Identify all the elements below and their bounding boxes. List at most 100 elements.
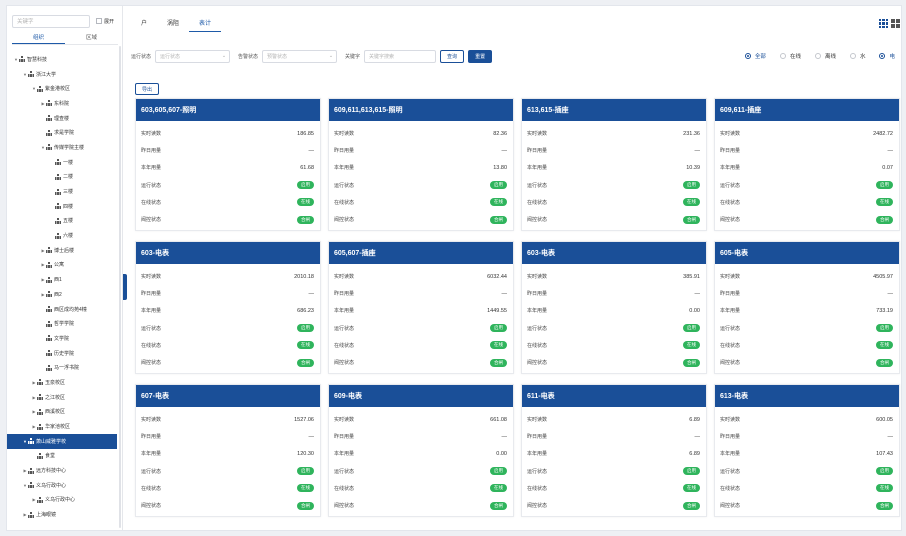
tree-node[interactable]: 四楼 bbox=[7, 199, 117, 214]
expand-checkbox[interactable] bbox=[96, 18, 102, 24]
tree-node[interactable]: ▼ 传媒学院主楼 bbox=[7, 140, 117, 155]
query-button[interactable]: 查询 bbox=[440, 49, 465, 63]
tree-node[interactable]: 六楼 bbox=[7, 228, 117, 243]
org-icon bbox=[46, 247, 52, 254]
tree-node[interactable]: 哲学学院 bbox=[7, 316, 117, 331]
tree-node[interactable]: 西区成均苑4幢 bbox=[7, 302, 117, 317]
row-label: 昨日用量 bbox=[720, 291, 741, 298]
radio-dot-icon[interactable] bbox=[814, 53, 821, 59]
tree-node[interactable]: 历史学院 bbox=[7, 346, 117, 361]
tree-node[interactable]: 马一浮书院 bbox=[7, 360, 117, 375]
row-label: 本年用量 bbox=[527, 308, 548, 315]
radio-dot-icon[interactable] bbox=[744, 53, 751, 59]
org-icon bbox=[46, 115, 52, 122]
radio-option[interactable]: 水 bbox=[849, 52, 865, 60]
tree-node[interactable]: ▶ 远方科技中心 bbox=[7, 463, 117, 478]
meter-card-row: 昨日用量 — bbox=[334, 142, 507, 159]
radio-dot-icon[interactable] bbox=[879, 53, 886, 59]
keyword-input[interactable]: 关键字搜索 bbox=[364, 49, 437, 63]
row-label: 运行状态 bbox=[334, 468, 355, 475]
org-icon bbox=[46, 291, 52, 298]
meter-card[interactable]: 603,605,607-照明 实时读数 186.85 昨日用量 — 本年用量 61.68 运行… bbox=[135, 98, 321, 231]
radio-dot-icon[interactable] bbox=[849, 53, 856, 59]
meter-card-row: 阀控状态 合闸 bbox=[141, 497, 314, 514]
tab-organization[interactable]: 组织 bbox=[12, 33, 65, 44]
tree-node[interactable]: 食堂 bbox=[7, 449, 117, 464]
run-status-select[interactable]: 运行状态 ⌄ bbox=[155, 49, 231, 63]
status-badge: 启用 bbox=[297, 324, 314, 333]
status-badge: 在线 bbox=[297, 341, 314, 350]
meter-card[interactable]: 613-电表 实时读数 600.05 昨日用量 — 本年用量 107.43 运行状态 启用 在线状… bbox=[714, 384, 900, 517]
tree-node[interactable]: 理查楼 bbox=[7, 111, 117, 126]
row-value: 661.08 bbox=[490, 416, 507, 423]
meter-card[interactable]: 611-电表 实时读数 6.89 昨日用量 — 本年用量 6.89 运行状态 启用 在线状态 在线阀… bbox=[521, 384, 707, 517]
radio-option[interactable]: 在线 bbox=[779, 52, 801, 60]
reset-button[interactable]: 重置 bbox=[468, 49, 493, 63]
grid-view-icon[interactable] bbox=[879, 19, 888, 28]
tree-node[interactable]: 三楼 bbox=[7, 184, 117, 199]
meter-card[interactable]: 613,615-插座 实时读数 231.36 昨日用量 — 本年用量 10.39 运行状态 启用… bbox=[521, 98, 707, 231]
row-label: 在线状态 bbox=[720, 485, 741, 492]
tree-node-label: 西2 bbox=[54, 291, 62, 298]
tree-node-label: 博士后楼 bbox=[54, 247, 75, 254]
tree-node[interactable]: 文学院 bbox=[7, 331, 117, 346]
meter-card[interactable]: 609,611-插座 实时读数 2482.72 昨日用量 — 本年用量 0.07 运行状态 启用… bbox=[714, 98, 900, 231]
meter-card-row: 运行状态 启用 bbox=[334, 463, 507, 480]
tree-node[interactable]: ▼ 智慧科技 bbox=[7, 52, 117, 67]
tab-region[interactable]: 区域 bbox=[65, 33, 118, 44]
row-label: 昨日用量 bbox=[334, 148, 355, 155]
export-button[interactable]: 导出 bbox=[135, 83, 160, 95]
tree-node[interactable]: 一楼 bbox=[7, 155, 117, 170]
radio-option[interactable]: 全部 bbox=[744, 52, 766, 60]
org-icon bbox=[46, 350, 52, 357]
tab-valve[interactable]: 涡阻 bbox=[157, 16, 189, 32]
tree-node[interactable]: ▶ 义乌行政中心 bbox=[7, 493, 117, 508]
tree-node[interactable]: ▶ 博士后楼 bbox=[7, 243, 117, 258]
meter-card[interactable]: 605,607-插座 实时读数 6032.44 昨日用量 — 本年用量 1449.55 运行状… bbox=[328, 241, 514, 374]
tree-node[interactable]: ▶ 西2 bbox=[7, 287, 117, 302]
tree-node[interactable]: ▶ 玉泉校区 bbox=[7, 375, 117, 390]
tree-node[interactable]: 二楼 bbox=[7, 170, 117, 185]
tree-node[interactable]: ▶ 华家池校区 bbox=[7, 419, 117, 434]
row-label: 在线状态 bbox=[334, 199, 355, 206]
tab-household[interactable]: 户 bbox=[131, 16, 157, 32]
tab-meter[interactable]: 表计 bbox=[189, 16, 222, 32]
meter-card[interactable]: 609,611,613,615-照明 实时读数 82.36 昨日用量 — 本年用量 13.8… bbox=[328, 98, 514, 231]
sidebar-collapse-handle[interactable] bbox=[123, 274, 127, 300]
sidebar-scrollbar[interactable] bbox=[119, 46, 121, 528]
tree-node[interactable]: ▶ 西1 bbox=[7, 272, 117, 287]
tree-node[interactable]: ▶ 之江校区 bbox=[7, 390, 117, 405]
tree-node[interactable]: ▼ 义乌行政中心 bbox=[7, 478, 117, 493]
alarm-status-select[interactable]: 预警状态 ⌄ bbox=[262, 49, 338, 63]
row-label: 阀控状态 bbox=[720, 503, 741, 510]
radio-option[interactable]: 离线 bbox=[814, 52, 836, 60]
meter-card[interactable]: 603-电表 实时读数 385.91 昨日用量 — 本年用量 0.00 运行状态 启用 在线状态在… bbox=[521, 241, 707, 374]
tree-node[interactable]: ▶ 西溪校区 bbox=[7, 405, 117, 420]
tree-search-input[interactable]: 关键字 bbox=[12, 14, 90, 28]
tree-node[interactable]: ▶ 公寓 bbox=[7, 258, 117, 273]
row-label: 实时读数 bbox=[141, 417, 162, 424]
row-label: 运行状态 bbox=[141, 325, 162, 332]
row-label: 昨日用量 bbox=[141, 148, 162, 155]
meter-card[interactable]: 609-电表 实时读数 661.08 昨日用量 — 本年用量 0.00 运行状态 启用 在线状态在… bbox=[328, 384, 514, 517]
tree-node[interactable]: 求是学院 bbox=[7, 125, 117, 140]
meter-card[interactable]: 603-电表 实时读数 2010.18 昨日用量 — 本年用量 686.23 运行状态 启用 在线… bbox=[135, 241, 321, 374]
tree-node[interactable]: ▶ 上海眼镜 bbox=[7, 507, 117, 522]
meter-card[interactable]: 605-电表 实时读数 4505.97 昨日用量 — 本年用量 733.19 运行状态 启用 在线… bbox=[714, 241, 900, 374]
status-badge: 合闸 bbox=[683, 358, 700, 367]
meter-card-row: 本年用量 686.23 bbox=[141, 302, 314, 319]
row-value: — bbox=[501, 433, 508, 440]
radio-option[interactable]: 电 bbox=[879, 52, 895, 60]
radio-dot-icon[interactable] bbox=[779, 53, 786, 59]
meter-card[interactable]: 607-电表 实时读数 1527.06 昨日用量 — 本年用量 120.30 运行状态 启用 在线… bbox=[135, 384, 321, 517]
tree-node[interactable]: ▼ 紫金港校区 bbox=[7, 81, 117, 96]
status-badge: 合闸 bbox=[297, 215, 314, 224]
tree-node[interactable]: ▼ 萧山威雅学校 bbox=[7, 433, 117, 449]
tree-node[interactable]: ▶ 东科院 bbox=[7, 96, 117, 111]
row-label: 实时读数 bbox=[334, 274, 355, 281]
row-value: — bbox=[887, 147, 894, 154]
tree-node[interactable]: ▼ 浙江大学 bbox=[7, 67, 117, 82]
tree-node[interactable]: 五楼 bbox=[7, 214, 117, 229]
table-view-icon[interactable] bbox=[891, 19, 900, 28]
org-icon bbox=[46, 320, 52, 327]
